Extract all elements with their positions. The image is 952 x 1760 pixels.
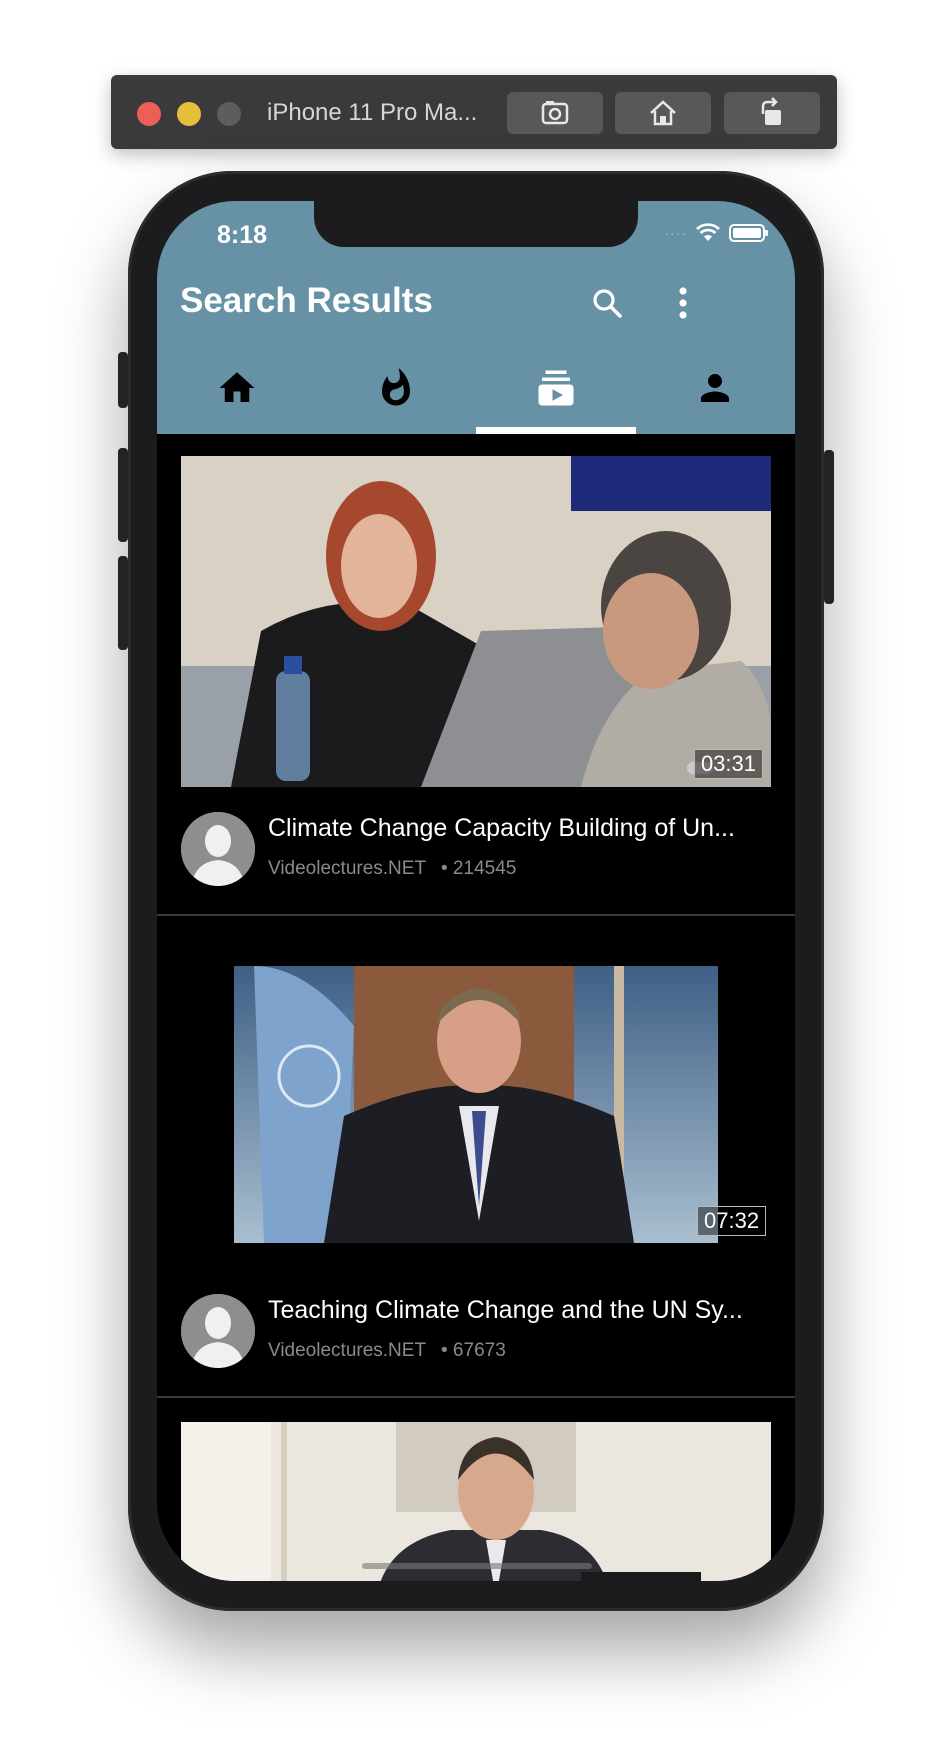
video-thumbnail[interactable] [234, 966, 718, 1243]
view-count: • 67673 [441, 1340, 506, 1361]
search-button[interactable] [587, 283, 627, 323]
channel-name[interactable]: Videolectures.NET [268, 1340, 426, 1361]
tab-bar [157, 341, 795, 434]
fire-icon [382, 367, 411, 405]
video-duration: 03:31 [693, 749, 763, 779]
video-meta: Videolectures.NET • 67673 [268, 1340, 506, 1362]
video-thumbnail[interactable] [181, 1422, 771, 1581]
simulator-title: iPhone 11 Pro Ma... [267, 99, 478, 126]
video-meta: Videolectures.NET • 214545 [268, 858, 516, 880]
video-duration: 07:32 [697, 1206, 767, 1236]
status-icons: ···· [664, 223, 768, 243]
person-icon [701, 373, 730, 402]
home-indicator[interactable] [362, 1563, 592, 1569]
video-title[interactable]: Teaching Climate Change and the UN Sy... [268, 1296, 773, 1325]
screenshot-button[interactable] [507, 92, 603, 134]
home-icon [650, 100, 676, 126]
channel-avatar[interactable] [181, 812, 255, 886]
video-thumbnail[interactable]: 03:31 [181, 456, 771, 787]
zoom-window-button[interactable] [217, 102, 241, 126]
rotate-button[interactable] [724, 92, 820, 134]
screen: 8:18 ···· Search Results 03:31 Climate C… [157, 201, 795, 1581]
view-count: • 214545 [441, 858, 517, 879]
volume-down-button [118, 556, 128, 650]
close-window-button[interactable] [137, 102, 161, 126]
power-button [824, 450, 834, 604]
search-icon [593, 289, 622, 318]
video-title[interactable]: Climate Change Capacity Building of Un..… [268, 814, 773, 843]
signal-icon: ···· [664, 225, 687, 241]
speaker-scene-image [181, 1422, 771, 1581]
default-avatar-icon [181, 812, 255, 886]
subscriptions-icon [538, 370, 574, 405]
channel-name[interactable]: Videolectures.NET [268, 858, 426, 879]
channel-avatar[interactable] [181, 1294, 255, 1368]
tab-account[interactable] [636, 341, 796, 434]
simulator-toolbar: iPhone 11 Pro Ma... [111, 75, 837, 149]
volume-up-button [118, 448, 128, 542]
speaker-scene-image [234, 966, 718, 1243]
video-item[interactable]: 07:32 Teaching Climate Change and the UN… [157, 916, 795, 1398]
status-time: 8:18 [217, 221, 268, 249]
more-options-button[interactable] [663, 283, 703, 323]
home-icon [219, 371, 255, 402]
default-avatar-icon [181, 1294, 255, 1368]
page-title: Search Results [180, 281, 433, 320]
video-item[interactable] [157, 1398, 795, 1581]
wifi-icon [696, 223, 720, 241]
tab-home[interactable] [157, 341, 317, 434]
screenshot-icon [541, 101, 569, 125]
more-vert-icon [679, 287, 687, 319]
rotate-icon [761, 97, 781, 125]
lecture-scene-image [181, 456, 771, 787]
notch [314, 201, 638, 247]
minimize-window-button[interactable] [177, 102, 201, 126]
tab-trending[interactable] [317, 341, 477, 434]
battery-icon [729, 224, 768, 242]
tab-subscriptions[interactable] [476, 341, 636, 434]
video-item[interactable]: 03:31 Climate Change Capacity Building o… [157, 434, 795, 916]
silent-switch [118, 352, 128, 408]
home-hardware-button[interactable] [615, 92, 711, 134]
video-feed: 03:31 Climate Change Capacity Building o… [157, 434, 795, 1581]
